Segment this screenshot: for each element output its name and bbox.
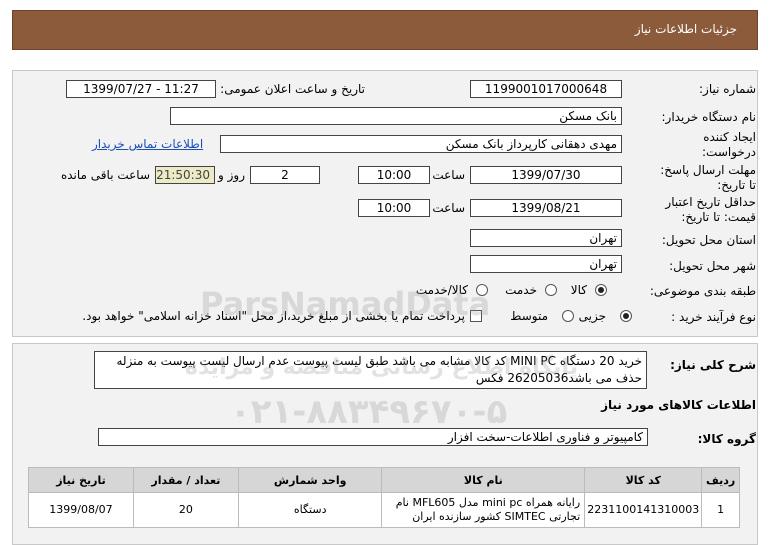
- province-field: تهران: [470, 229, 622, 247]
- treasury-payment-note: پرداخت تمام یا بخشی از مبلغ خرید،از محل …: [82, 309, 465, 323]
- treasury-payment-checkbox[interactable]: [470, 310, 482, 322]
- description-label: شرح کلی نیاز:: [670, 358, 756, 372]
- col-qty: تعداد / مقدار: [132, 467, 239, 493]
- contact-buyer-link[interactable]: اطلاعات تماس خریدار: [92, 137, 203, 151]
- process-radio-medium[interactable]: [562, 310, 574, 322]
- description-box: خرید 20 دستگاه MINI PC کد کالا مشابه می …: [94, 351, 647, 389]
- page-header: جزئیات اطلاعات نیاز: [12, 10, 758, 50]
- process-option-medium: متوسط: [510, 309, 548, 323]
- days-field: 2: [250, 166, 320, 184]
- category-option-service: خدمت: [505, 283, 537, 297]
- col-code: کد کالا: [584, 467, 703, 493]
- city-field: تهران: [470, 255, 622, 273]
- category-option-goods: کالا: [570, 283, 587, 297]
- city-label: شهر محل تحویل:: [669, 259, 756, 273]
- category-label: طبقه بندی موضوعی:: [649, 284, 756, 298]
- category-option-goods-service: کالا/خدمت: [415, 283, 468, 297]
- creator-label-line2: درخواست:: [702, 145, 756, 159]
- process-radio-minor[interactable]: [620, 310, 632, 322]
- table-row: 1 2231100141310003 رایانه همراه mini pc …: [28, 492, 740, 528]
- process-option-minor: جزیی: [578, 309, 606, 323]
- goods-table: ردیف کد کالا نام کالا واحد شمارش تعداد /…: [28, 467, 740, 528]
- category-radio-service[interactable]: [545, 284, 557, 296]
- col-unit: واحد شمارش: [237, 467, 383, 493]
- page-title: جزئیات اطلاعات نیاز: [634, 22, 737, 36]
- deadline-date-field: 1399/07/30: [470, 166, 622, 184]
- cell-qty: 20: [132, 492, 239, 528]
- col-row: ردیف: [701, 467, 740, 493]
- process-label: نوع فرآیند خرید :: [671, 310, 756, 324]
- col-name: نام کالا: [381, 467, 586, 493]
- creator-field: مهدی دهقانی کارپرداز بانک مسکن: [220, 135, 622, 153]
- buyer-field: بانک مسکن: [170, 107, 622, 125]
- validity-label-line1: حداقل تاریخ اعتبار: [665, 195, 756, 209]
- cell-unit: دستگاه: [237, 492, 383, 528]
- need-number-field: 1199001017000648: [470, 80, 622, 98]
- category-radio-goods-service[interactable]: [476, 284, 488, 296]
- province-label: استان محل تحویل:: [661, 233, 756, 247]
- goods-group-field: کامپیوتر و فناوری اطلاعات-سخت افزار: [98, 428, 648, 446]
- cell-row: 1: [701, 492, 740, 528]
- need-number-label: شماره نیاز:: [699, 82, 756, 96]
- deadline-label-line1: مهلت ارسال پاسخ:: [660, 163, 756, 177]
- creator-label-line1: ایجاد کننده: [703, 130, 756, 144]
- cell-name: رایانه همراه mini pc مدل MFL605 نام تجار…: [381, 492, 586, 528]
- buyer-label: نام دستگاه خریدار:: [661, 110, 757, 124]
- remaining-time-field: 21:50:30: [155, 166, 215, 184]
- validity-time-label: ساعت: [432, 201, 465, 215]
- announce-field: 1399/07/27 - 11:27: [66, 80, 216, 98]
- cell-code: 2231100141310003: [584, 492, 703, 528]
- cell-date: 1399/08/07: [28, 492, 134, 528]
- goods-table-header: ردیف کد کالا نام کالا واحد شمارش تعداد /…: [28, 467, 740, 493]
- validity-date-field: 1399/08/21: [470, 199, 622, 217]
- validity-label-line2: قیمت: تا تاریخ:: [681, 210, 756, 224]
- category-radio-goods[interactable]: [595, 284, 607, 296]
- remaining-label: ساعت باقی مانده: [60, 168, 150, 182]
- validity-time-field: 10:00: [358, 199, 430, 217]
- deadline-label-line2: تا تاریخ:: [717, 178, 756, 192]
- days-label: روز و: [218, 168, 245, 182]
- goods-section-title: اطلاعات کالاهای مورد نیاز: [601, 398, 756, 412]
- deadline-time-field: 10:00: [358, 166, 430, 184]
- announce-label: تاریخ و ساعت اعلان عمومی:: [220, 82, 365, 96]
- deadline-time-label: ساعت: [432, 168, 465, 182]
- goods-group-label: گروه کالا:: [697, 432, 756, 446]
- col-date: تاریخ نیاز: [28, 467, 134, 493]
